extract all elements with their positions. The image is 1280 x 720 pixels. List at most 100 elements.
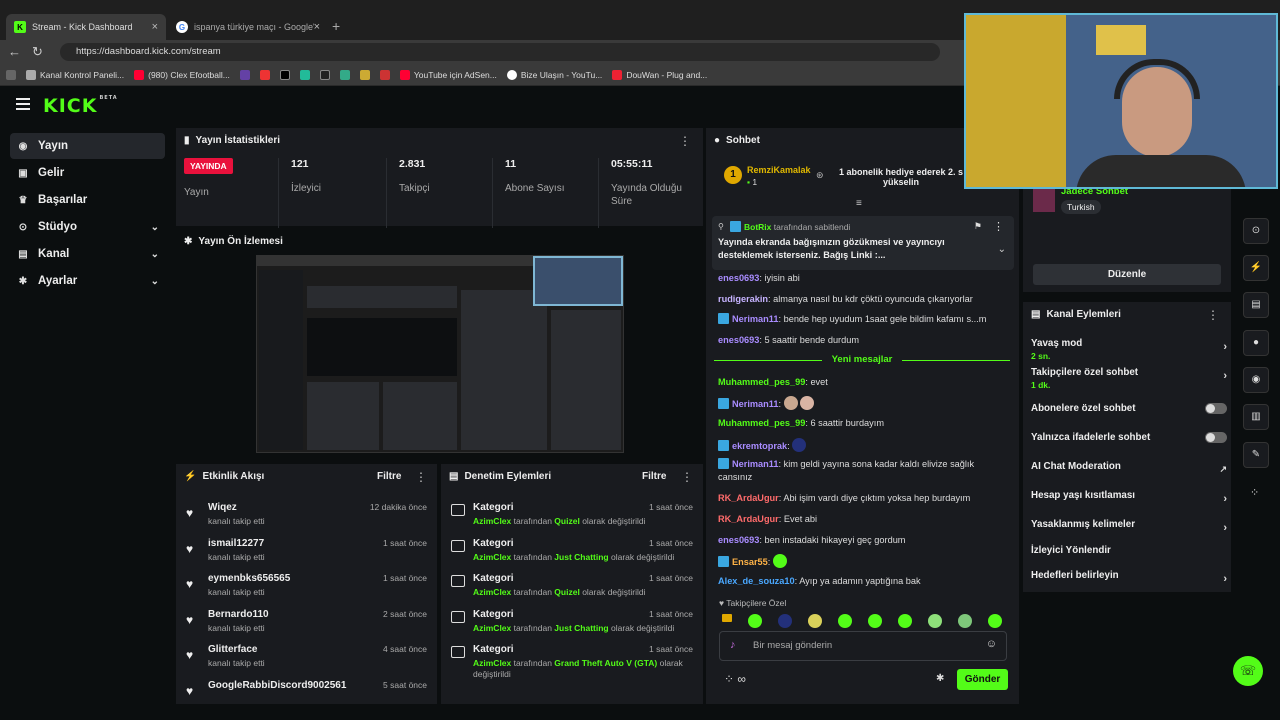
sidebar-item-gelir[interactable]: ▣ Gelir: [10, 160, 165, 186]
reload-icon[interactable]: ↻: [32, 44, 43, 60]
url-input[interactable]: https://dashboard.kick.com/stream: [60, 43, 940, 61]
emoji-icon[interactable]: ☺: [986, 638, 997, 650]
document-tool-icon[interactable]: ▤: [1243, 292, 1269, 318]
emote-icon[interactable]: [748, 614, 762, 628]
bookmark-item[interactable]: DouWan - Plug and...: [612, 69, 707, 80]
chat-message: Alex_de_souza10: Ayıp ya adamın yaptığın…: [718, 576, 921, 586]
send-button[interactable]: Gönder: [957, 669, 1008, 690]
chat-panel: ● Sohbet 1 RemziKamalak ▪ 1 ⊛ 1 abonelik …: [706, 128, 1019, 704]
studio-icon: ⊙: [18, 221, 28, 233]
sidebar-item-yayin[interactable]: ◉ Yayın: [10, 133, 165, 159]
support-icon[interactable]: ☏: [1233, 656, 1263, 686]
bookmark-icon[interactable]: [259, 69, 270, 80]
bookmark-icon[interactable]: [339, 69, 350, 80]
emote-icon[interactable]: [928, 614, 942, 628]
emote-icon[interactable]: [898, 614, 912, 628]
bookmark-item[interactable]: Bize Ulaşın - YouTu...: [506, 69, 602, 80]
menu-icon[interactable]: [16, 98, 30, 113]
subs-only-toggle[interactable]: [1205, 403, 1227, 414]
emote-icon[interactable]: [722, 614, 732, 622]
bookmark-icon[interactable]: [299, 69, 310, 80]
chat-message: Muhammed_pes_99: evet: [718, 377, 828, 387]
more-options-icon[interactable]: ⋮: [681, 470, 693, 484]
preview-mod: [383, 382, 457, 450]
category-icon: [451, 504, 465, 516]
chevron-right-icon: ›: [1223, 573, 1227, 585]
server-tool-icon[interactable]: ▥: [1243, 404, 1269, 430]
pin-icon[interactable]: ⚑: [974, 221, 982, 232]
stream-info-panel: Jadece Sohbet Turkish Düzenle: [1023, 184, 1231, 292]
emote-icon[interactable]: [778, 614, 792, 628]
stream-preview-video[interactable]: [256, 255, 624, 453]
emote-icon[interactable]: [808, 614, 822, 628]
close-tab-icon[interactable]: ×: [314, 21, 320, 33]
trophy-icon: ♛: [18, 194, 28, 206]
action-banned-words[interactable]: Yasaklanmış kelimeler ›: [1031, 519, 1227, 534]
quick-emotes-icon[interactable]: ⁘ ∞: [724, 672, 746, 686]
action-slow-mode[interactable]: Yavaş mod 2 sn. ›: [1031, 338, 1227, 361]
broadcast-icon: ◉: [18, 140, 28, 152]
stream-stats-panel: ▮ Yayın İstatistikleri ⋮ YAYINDA Yayın 12…: [176, 128, 703, 228]
chat-message: enes0693: 5 saattir bende durdum: [718, 335, 859, 345]
sidebar-item-ayarlar[interactable]: ✱ Ayarlar ⌄: [10, 268, 165, 294]
chat-tool-icon[interactable]: ●: [1243, 330, 1269, 356]
back-arrow-icon[interactable]: ←: [8, 44, 21, 59]
more-options-icon[interactable]: ⋮: [993, 220, 1004, 233]
chat-message: Neriman11: bende hep uyudum 1saat gele b…: [718, 313, 1008, 326]
action-raid[interactable]: İzleyici Yönlendir: [1031, 545, 1227, 556]
more-options-icon[interactable]: ⋮: [679, 134, 691, 148]
sidebar-item-studyo[interactable]: ⊙ Stüdyo ⌄: [10, 214, 165, 240]
bookmark-icon[interactable]: [379, 69, 390, 80]
filter-button[interactable]: Filtre: [642, 471, 666, 482]
wrench-tool-icon[interactable]: ✎: [1243, 442, 1269, 468]
bookmark-item[interactable]: YouTube için AdSen...: [399, 69, 497, 80]
gear-icon[interactable]: ✱: [936, 673, 944, 684]
emote-icon[interactable]: [988, 614, 1002, 628]
kick-logo[interactable]: KICK BETA: [43, 95, 118, 117]
sidebar-item-kanal[interactable]: ▤ Kanal ⌄: [10, 241, 165, 267]
broadcast-tool-icon[interactable]: ◉: [1243, 367, 1269, 393]
emote-only-toggle[interactable]: [1205, 432, 1227, 443]
wallet-icon: ▣: [18, 167, 28, 179]
more-options-icon[interactable]: ⋮: [1207, 308, 1219, 322]
new-messages-divider[interactable]: Yeni mesajlar: [714, 354, 1010, 366]
close-tab-icon[interactable]: ×: [152, 21, 158, 33]
bookmark-item[interactable]: Kanal Kontrol Paneli...: [26, 69, 124, 80]
collapse-icon[interactable]: ≡: [856, 198, 862, 209]
bookmark-item[interactable]: (980) Clex Efootball...: [134, 69, 230, 80]
action-account-age[interactable]: Hesap yaşı kısıtlaması ›: [1031, 490, 1227, 505]
kick-badge-icon: [718, 398, 729, 409]
microphone-icon[interactable]: ♪: [730, 639, 736, 651]
camera-tool-icon[interactable]: ⊙: [1243, 218, 1269, 244]
info-icon[interactable]: ⊛: [816, 170, 824, 181]
sidebar-item-basarilar[interactable]: ♛ Başarılar: [10, 187, 165, 213]
tab-google-search[interactable]: G ispanya türkiye maçı - Google'da ×: [168, 14, 328, 40]
x-icon[interactable]: [279, 69, 290, 80]
more-options-icon[interactable]: ⋮: [415, 470, 427, 484]
chevron-down-icon: ⌄: [150, 221, 159, 233]
chevron-down-icon[interactable]: ⌄: [998, 244, 1006, 255]
filter-button[interactable]: Filtre: [377, 471, 401, 482]
chat-input[interactable]: ♪ Bir mesaj gönderin ☺: [719, 631, 1007, 661]
edit-button[interactable]: Düzenle: [1033, 264, 1221, 285]
action-ai-moderation[interactable]: AI Chat Moderation ↗: [1031, 461, 1227, 474]
heart-icon: ♥: [186, 648, 194, 662]
tab-title: ispanya türkiye maçı - Google'da: [193, 22, 314, 32]
emote-icon[interactable]: [838, 614, 852, 628]
action-followers-only[interactable]: Takipçilere özel sohbet 1 dk. ›: [1031, 367, 1227, 390]
bookmark-icon[interactable]: [359, 69, 370, 80]
panel-title: ● Sohbet: [714, 135, 760, 146]
action-set-goals[interactable]: Hedefleri belirleyin ›: [1031, 570, 1227, 585]
tab-kick-dashboard[interactable]: K Stream - Kick Dashboard ×: [6, 14, 166, 40]
apps-icon[interactable]: [6, 69, 16, 80]
pin-icon: ⚲: [718, 222, 724, 231]
emote-icon[interactable]: [958, 614, 972, 628]
bookmark-icon[interactable]: [239, 69, 250, 80]
emote-icon[interactable]: [868, 614, 882, 628]
bookmark-icon[interactable]: [319, 69, 330, 80]
gifter-name[interactable]: RemziKamalak: [747, 165, 811, 175]
category-icon: [451, 575, 465, 587]
apps-icon[interactable]: ⁘: [1250, 486, 1259, 499]
new-tab-icon[interactable]: +: [332, 18, 340, 34]
bolt-tool-icon[interactable]: ⚡: [1243, 255, 1269, 281]
